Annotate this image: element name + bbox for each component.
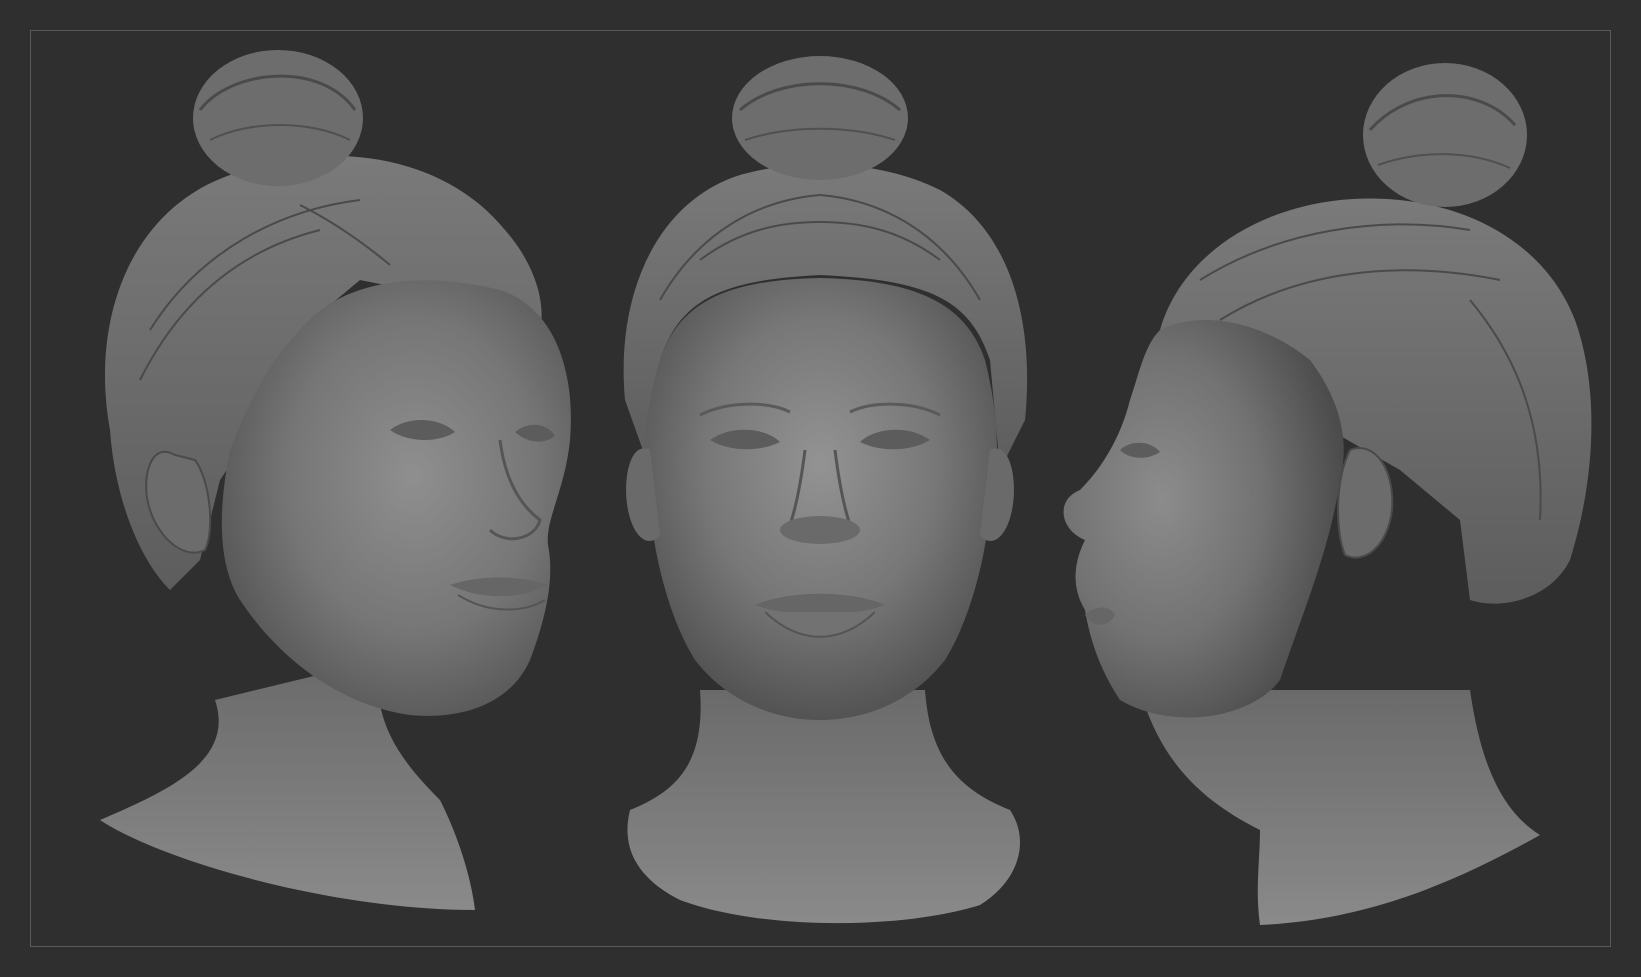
face-front <box>644 278 997 720</box>
ear-profile <box>1337 447 1394 559</box>
neck-shoulders-profile <box>1140 690 1540 925</box>
render-canvas <box>0 0 1641 977</box>
profile-head <box>1063 63 1592 925</box>
face-profile <box>1063 320 1344 718</box>
hair-bun-front <box>732 56 908 180</box>
front-head <box>623 56 1028 924</box>
neck-shoulders-front <box>627 690 1020 924</box>
hair-bun-profile <box>1363 63 1527 207</box>
sculpt-views <box>100 50 1592 925</box>
hair-bun-3q <box>193 50 363 186</box>
three-quarter-head <box>100 50 571 910</box>
